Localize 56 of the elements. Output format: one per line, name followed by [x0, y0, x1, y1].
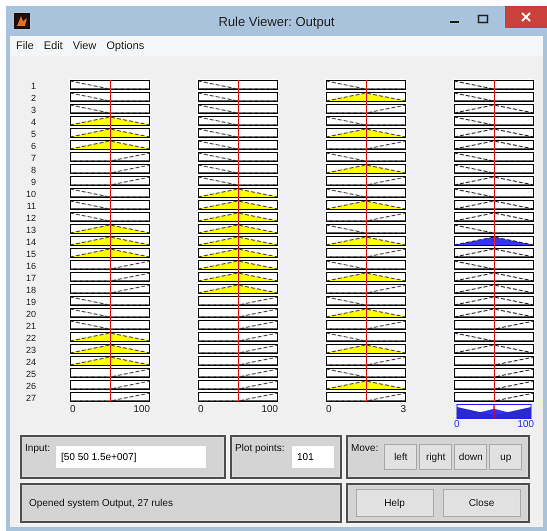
rule-number: 5: [30, 128, 36, 140]
move-button[interactable]: up: [489, 444, 522, 470]
rule-number: 3: [30, 104, 36, 116]
rule-number: 4: [30, 116, 36, 128]
plot-points-field[interactable]: 101: [292, 446, 334, 468]
rule-number: 24: [24, 356, 36, 368]
rule-number: 18: [24, 284, 36, 296]
rule-number: 27: [24, 392, 36, 404]
input-label: Input:: [25, 443, 50, 454]
axis-min-label: 0: [326, 404, 332, 415]
rule-number: 15: [24, 248, 36, 260]
rule-number: 23: [24, 344, 36, 356]
menu-item[interactable]: File: [16, 40, 34, 52]
axis-min-label: 0: [454, 419, 460, 430]
rule-number: 22: [24, 332, 36, 344]
rule-number: 1: [30, 80, 36, 92]
close-button[interactable]: [505, 6, 547, 28]
maximize-icon[interactable]: [477, 14, 489, 24]
axis-min-label: 0: [70, 404, 76, 415]
axis-min-label: 0: [198, 404, 204, 415]
axis-max-label: 100: [133, 404, 150, 415]
axis-max-label: 100: [261, 404, 278, 415]
plot-points-label: Plot points:: [235, 443, 284, 454]
rule-number: 6: [30, 140, 36, 152]
close-icon: [520, 11, 532, 23]
rule-number: 26: [24, 380, 36, 392]
move-button[interactable]: down: [454, 444, 488, 470]
rule-number: 25: [24, 368, 36, 380]
rule-number: 17: [24, 272, 36, 284]
rule-number: 19: [24, 296, 36, 308]
dialog-button[interactable]: Help: [356, 489, 434, 517]
status-text: Opened system Output, 27 rules: [29, 498, 173, 508]
menu-item[interactable]: View: [72, 40, 96, 52]
move-button[interactable]: right: [419, 444, 452, 470]
rule-number: 2: [30, 92, 36, 104]
rule-number: 11: [26, 200, 36, 212]
rule-number: 12: [24, 212, 36, 224]
rule-number: 14: [24, 236, 36, 248]
rule-number: 16: [24, 260, 36, 272]
move-label: Move:: [351, 443, 378, 454]
move-button[interactable]: left: [384, 444, 418, 470]
rule-number: 7: [30, 152, 36, 164]
axis-max-label: 3: [400, 404, 406, 415]
rule-number: 21: [24, 320, 36, 332]
dialog-button[interactable]: Close: [442, 489, 520, 517]
rule-number: 20: [24, 308, 36, 320]
window-title: Rule Viewer: Output: [218, 14, 335, 28]
input-field[interactable]: [50 50 1.5e+007]: [56, 446, 206, 468]
axis-max-label: 100: [517, 419, 534, 430]
rule-number: 10: [24, 188, 36, 200]
app-icon: [14, 13, 30, 29]
rule-number: 9: [30, 176, 36, 188]
rule-number: 13: [24, 224, 36, 236]
menu-item[interactable]: Options: [106, 40, 144, 52]
rule-number: 8: [30, 164, 36, 176]
menu-item[interactable]: Edit: [44, 40, 63, 52]
